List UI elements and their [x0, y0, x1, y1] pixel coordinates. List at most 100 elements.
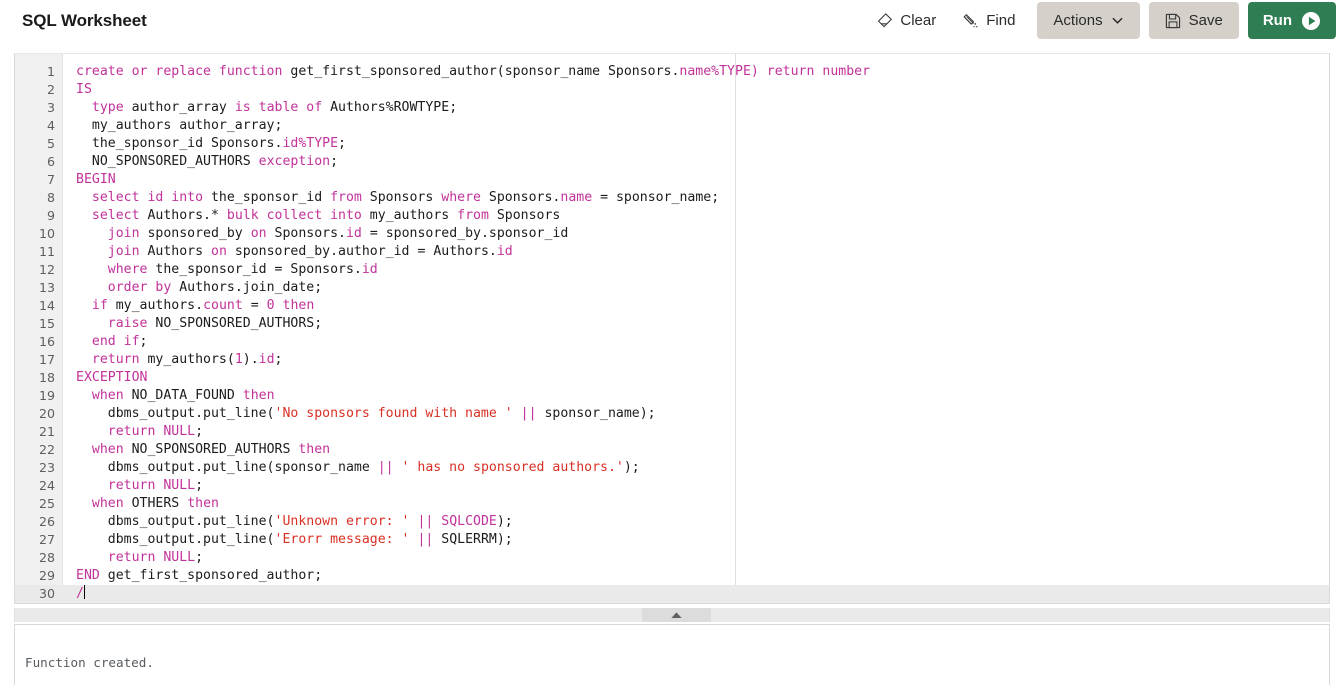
line-number: 13: [38, 280, 55, 295]
code-token: = sponsor_name;: [592, 190, 720, 205]
code-line[interactable]: 21 return NULL;: [15, 423, 1329, 441]
code-line[interactable]: 18 EXCEPTION: [15, 369, 1329, 387]
code-token: raise: [107, 316, 148, 331]
code-token: IS: [76, 82, 92, 97]
code-token: if: [91, 298, 108, 313]
run-button[interactable]: Run: [1247, 2, 1336, 39]
code-token: Authors.join_date;: [171, 280, 323, 295]
line-number: 6: [46, 154, 55, 169]
code-line[interactable]: 5 the_sponsor_id Sponsors.id%TYPE;: [15, 135, 1329, 153]
code-token: ;: [195, 550, 204, 565]
code-line[interactable]: 29 END get_first_sponsored_author;: [15, 567, 1329, 585]
code-token: id: [258, 352, 275, 367]
code-line[interactable]: 10 join sponsored_by on Sponsors.id = sp…: [15, 225, 1329, 243]
code-token: exception: [258, 154, 331, 169]
sql-editor[interactable]: 1 create or replace function get_first_sp…: [14, 53, 1330, 604]
code-line[interactable]: 11 join Authors on sponsored_by.author_i…: [15, 243, 1329, 261]
clear-button[interactable]: Clear: [863, 4, 949, 38]
code-token: select id into: [91, 190, 204, 205]
code-token: order by: [107, 280, 172, 295]
collapse-output-handle[interactable]: [642, 608, 711, 622]
code-line-text: NO_SPONSORED_AUTHORS exception;: [62, 153, 1329, 171]
code-line[interactable]: 17 return my_authors(1).id;: [15, 351, 1329, 369]
code-line[interactable]: 12 where the_sponsor_id = Sponsors.id: [15, 261, 1329, 279]
code-token: the_sponsor_id: [203, 190, 331, 205]
code-token: from: [457, 208, 489, 223]
code-line[interactable]: 23 dbms_output.put_line(sponsor_name || …: [15, 459, 1329, 477]
code-token: sponsored_by.author_id = Authors.: [226, 244, 497, 259]
code-line[interactable]: 24 return NULL;: [15, 477, 1329, 495]
code-token: return NULL: [107, 550, 196, 565]
eraser-icon: [876, 12, 893, 29]
code-token: dbms_output.put_line(: [76, 532, 275, 547]
actions-dropdown-button[interactable]: Actions: [1037, 2, 1140, 39]
code-line-text: dbms_output.put_line(sponsor_name || ' h…: [62, 459, 1329, 477]
code-line[interactable]: 27 dbms_output.put_line('Erorr message: …: [15, 531, 1329, 549]
code-line-text: END get_first_sponsored_author;: [62, 567, 1329, 585]
code-lines[interactable]: 1 create or replace function get_first_sp…: [15, 63, 1329, 603]
code-token: = sponsored_by.sponsor_id: [361, 226, 569, 241]
code-token: 'Erorr message: ': [274, 532, 410, 547]
code-token: join: [107, 226, 140, 241]
code-line[interactable]: 15 raise NO_SPONSORED_AUTHORS;: [15, 315, 1329, 333]
code-token: 0: [266, 298, 275, 313]
line-number: 7: [46, 172, 55, 187]
code-token: when: [91, 388, 124, 403]
code-line[interactable]: 22 when NO_SPONSORED_AUTHORS then: [15, 441, 1329, 459]
panel-splitter[interactable]: [14, 608, 1330, 622]
code-token: type: [91, 100, 124, 115]
toolbar-actions: Clear Find Actions Save Run: [863, 0, 1336, 41]
code-line-text: /: [62, 585, 1329, 603]
code-line[interactable]: 16 end if;: [15, 333, 1329, 351]
code-line[interactable]: 6 NO_SPONSORED_AUTHORS exception;: [15, 153, 1329, 171]
code-line-text: select id into the_sponsor_id from Spons…: [62, 189, 1329, 207]
code-token: my_authors author_array;: [76, 118, 283, 133]
code-line[interactable]: 7 BEGIN: [15, 171, 1329, 189]
code-line[interactable]: 20 dbms_output.put_line('No sponsors fou…: [15, 405, 1329, 423]
code-line-text: return NULL;: [62, 423, 1329, 441]
line-number: 17: [38, 352, 55, 367]
code-token: id: [361, 262, 378, 277]
code-token: NO_SPONSORED_AUTHORS: [123, 442, 299, 457]
find-button[interactable]: Find: [949, 4, 1028, 38]
code-line[interactable]: 1 create or replace function get_first_sp…: [15, 63, 1329, 81]
code-line[interactable]: 13 order by Authors.join_date;: [15, 279, 1329, 297]
editor-surface[interactable]: 1 create or replace function get_first_sp…: [15, 54, 1329, 603]
save-button[interactable]: Save: [1148, 2, 1239, 39]
code-line[interactable]: 14 if my_authors.count = 0 then: [15, 297, 1329, 315]
code-line[interactable]: 28 return NULL;: [15, 549, 1329, 567]
code-line-text: EXCEPTION: [62, 369, 1329, 387]
code-line[interactable]: 4 my_authors author_array;: [15, 117, 1329, 135]
code-token: BEGIN: [76, 172, 116, 187]
code-line-text: when NO_SPONSORED_AUTHORS then: [62, 441, 1329, 459]
code-line[interactable]: 26 dbms_output.put_line('Unknown error: …: [15, 513, 1329, 531]
code-token: name: [560, 190, 593, 205]
code-token: ||: [377, 460, 394, 475]
line-number: 24: [38, 478, 55, 493]
code-token: dbms_output.put_line(sponsor_name: [76, 460, 378, 475]
code-line[interactable]: 9 select Authors.* bulk collect into my_…: [15, 207, 1329, 225]
code-line[interactable]: 30 /: [15, 585, 1329, 603]
code-line-text: IS: [62, 81, 1329, 99]
code-token: then: [242, 388, 275, 403]
output-panel[interactable]: Function created.: [14, 624, 1330, 685]
code-token: );: [496, 514, 513, 529]
code-line[interactable]: 8 select id into the_sponsor_id from Spo…: [15, 189, 1329, 207]
code-line[interactable]: 3 type author_array is table of Authors%…: [15, 99, 1329, 117]
find-button-label: Find: [986, 12, 1016, 29]
floppy-disk-icon: [1165, 13, 1181, 29]
code-token: then: [298, 442, 331, 457]
line-number: 22: [38, 442, 55, 457]
code-token: /: [76, 586, 84, 601]
code-line[interactable]: 19 when NO_DATA_FOUND then: [15, 387, 1329, 405]
code-token: join: [107, 244, 140, 259]
code-line[interactable]: 25 when OTHERS then: [15, 495, 1329, 513]
code-line[interactable]: 2 IS: [15, 81, 1329, 99]
